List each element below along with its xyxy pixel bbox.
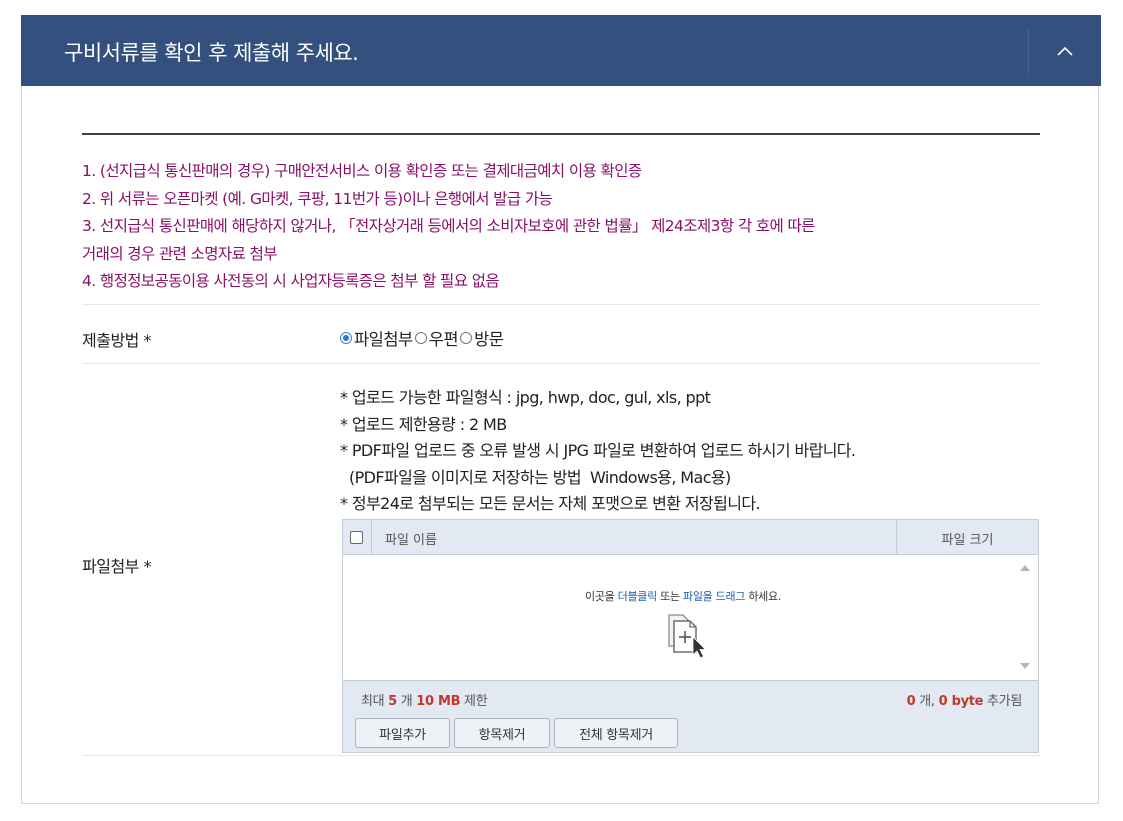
upload-added-info: 0 개, 0 byte 추가됨 <box>907 690 1023 709</box>
column-file-name: 파일 이름 <box>385 533 437 548</box>
limit-text: 개 <box>396 694 417 709</box>
divider <box>82 755 1040 756</box>
radio-mail[interactable]: 우편 <box>414 326 459 350</box>
radio-mail-circle[interactable] <box>414 332 427 344</box>
drop-text-part: 또는 <box>656 590 683 603</box>
upload-limit-info: 최대 5 개 10 MB 제한 <box>361 690 488 709</box>
notice-line: 1. (선지급식 통신판매의 경우) 구매안전서비스 이용 확인증 또는 결제대… <box>82 162 642 180</box>
notice-line: 4. 행정정보공동이용 사전동의 시 사업자등록증은 첨부 할 필요 없음 <box>82 272 500 290</box>
add-file-button[interactable]: 파일추가 <box>355 718 450 748</box>
remove-all-button[interactable]: 전체 항목제거 <box>554 718 678 748</box>
attachment-label: 파일첨부 * <box>82 557 151 576</box>
uploader-header: 파일 이름 파일 크기 <box>343 520 1038 555</box>
uploader-button-bar: 파일추가 항목제거 전체 항목제거 <box>343 716 1038 752</box>
added-text: 개, <box>915 694 939 709</box>
radio-file-label: 파일첨부 <box>354 330 413 349</box>
guide-line: * 업로드 제한용량 : 2 MB <box>340 414 507 434</box>
panel-title: 구비서류를 확인 후 제출해 주세요. <box>64 41 359 65</box>
document-panel: 구비서류를 확인 후 제출해 주세요. 1. (선지급식 통신판매의 경우) 구… <box>21 15 1101 804</box>
drop-text-drag: 파일을 드래그 <box>683 590 746 603</box>
upload-limit-bar: 최대 5 개 10 MB 제한 0 개, 0 byte 추가됨 <box>343 681 1038 716</box>
notice-line: 3. 선지급식 통신판매에 해당하지 않거나, 「전자상거래 등에서의 소비자보… <box>82 217 815 235</box>
remove-item-button[interactable]: 항목제거 <box>454 718 550 748</box>
drop-text-part: 이곳을 <box>585 590 618 603</box>
radio-file[interactable]: 파일첨부 <box>340 326 413 350</box>
guide-line: (PDF파일을 이미지로 저장하는 방법 Windows용, Mac용) <box>340 467 731 487</box>
limit-text: 최대 <box>361 694 389 709</box>
submit-method-label: 제출방법 * <box>82 331 151 350</box>
drop-text-dblclick: 더블클릭 <box>617 590 658 603</box>
radio-visit[interactable]: 방문 <box>460 326 504 350</box>
submit-method-radios: 파일첨부 우편 방문 <box>340 326 505 350</box>
column-divider <box>371 520 372 554</box>
guide-line: * PDF파일 업로드 중 오류 발생 시 JPG 파일로 변환하여 업로드 하… <box>340 441 856 460</box>
limit-count: 5 <box>388 694 397 709</box>
scroll-down-arrow-icon[interactable] <box>1019 661 1031 671</box>
limit-text: 제한 <box>460 694 488 709</box>
chevron-up-icon <box>1057 46 1073 56</box>
drop-zone[interactable]: 이곳을 더블클릭 또는 파일을 드래그 하세요. <box>343 555 1038 681</box>
select-all-checkbox[interactable] <box>350 531 363 544</box>
guide-line: * 업로드 가능한 파일형식 : jpg, hwp, doc, gul, xls… <box>340 388 711 407</box>
notice-list: 1. (선지급식 통신판매의 경우) 구매안전서비스 이용 확인증 또는 결제대… <box>82 158 1042 296</box>
radio-file-circle[interactable] <box>340 332 352 344</box>
added-text: 추가됨 <box>983 694 1022 709</box>
divider <box>82 363 1040 364</box>
file-uploader: 파일 이름 파일 크기 이곳을 더블클릭 또는 파일을 드래그 하세요. 최대 … <box>342 519 1039 753</box>
radio-mail-label: 우편 <box>428 330 459 349</box>
drop-instructions: 이곳을 더블클릭 또는 파일을 드래그 하세요. <box>343 588 1023 604</box>
collapse-button[interactable] <box>1029 15 1101 86</box>
added-size: 0 byte <box>938 694 984 709</box>
panel-header: 구비서류를 확인 후 제출해 주세요. <box>21 15 1101 86</box>
notice-line: 2. 위 서류는 오픈마켓 (예. G마켓, 쿠팡, 11번가 등)이나 은행에… <box>82 189 553 208</box>
scroll-up-arrow-icon[interactable] <box>1019 563 1031 573</box>
upload-guide: * 업로드 가능한 파일형식 : jpg, hwp, doc, gul, xls… <box>340 385 856 518</box>
add-file-icon <box>668 614 707 659</box>
guide-line: * 정부24로 첨부되는 모든 문서는 자체 포맷으로 변환 저장됩니다. <box>340 494 761 513</box>
drop-text-part: 하세요. <box>745 590 781 603</box>
top-rule <box>82 133 1040 135</box>
column-file-size: 파일 크기 <box>941 533 994 548</box>
radio-visit-circle[interactable] <box>460 332 473 344</box>
radio-visit-label: 방문 <box>474 330 504 349</box>
divider <box>82 304 1040 305</box>
limit-size: 10 MB <box>416 694 461 709</box>
notice-line: 거래의 경우 관련 소명자료 첨부 <box>82 244 277 263</box>
